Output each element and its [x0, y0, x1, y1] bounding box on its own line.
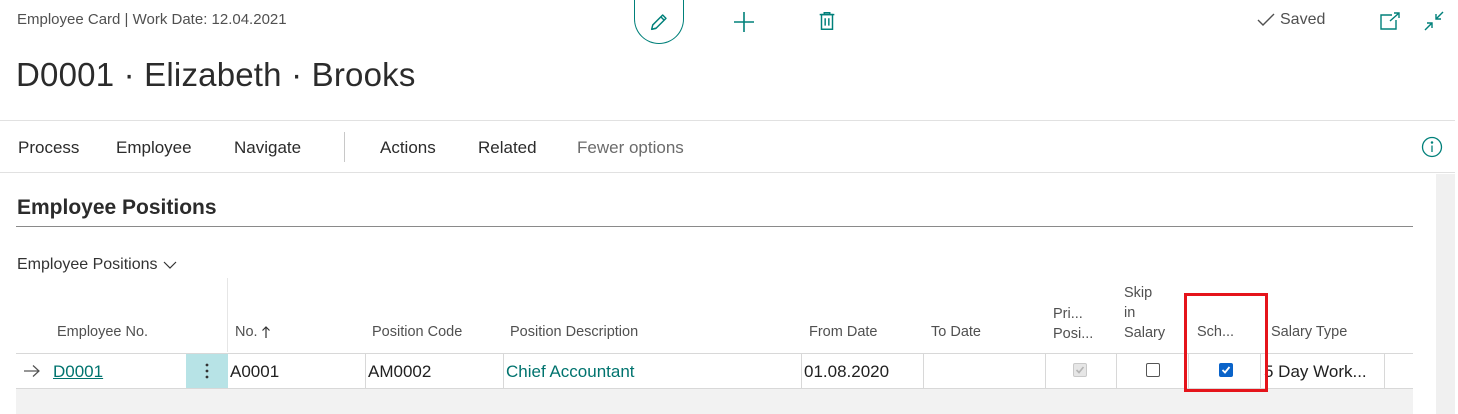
info-button[interactable] — [1421, 136, 1443, 163]
cell-separator — [1384, 354, 1385, 388]
col-from-date[interactable]: From Date — [809, 322, 878, 342]
breadcrumb: Employee Card | Work Date: 12.04.2021 — [17, 11, 287, 28]
new-button[interactable] — [730, 8, 758, 36]
col-position-code[interactable]: Position Code — [372, 322, 462, 342]
sort-ascending-icon — [261, 326, 270, 338]
cell-separator — [1045, 354, 1046, 388]
delete-button[interactable] — [814, 8, 840, 34]
cell-from-date[interactable]: 01.08.2020 — [804, 362, 889, 382]
saved-label: Saved — [1280, 11, 1326, 28]
checkmark-icon — [1257, 13, 1275, 26]
column-separator — [227, 278, 228, 352]
col-skip-in-salary-line2: in — [1124, 305, 1136, 321]
more-vertical-icon — [205, 363, 209, 379]
col-primary-position-line1: Pri... — [1053, 306, 1083, 322]
col-employee-no[interactable]: Employee No. — [57, 322, 148, 342]
cell-separator — [801, 354, 802, 388]
pencil-icon — [650, 13, 667, 30]
cell-no[interactable]: A0001 — [230, 362, 279, 382]
cell-separator — [923, 354, 924, 388]
section-title: Employee Positions — [17, 196, 217, 219]
saved-status: Saved — [1256, 11, 1325, 29]
skip-in-salary-checkbox[interactable] — [1146, 363, 1160, 377]
arrow-right-icon — [24, 365, 40, 377]
cell-separator — [365, 354, 366, 388]
menu-actions[interactable]: Actions — [380, 138, 436, 158]
col-no-label: No. — [235, 324, 258, 340]
col-salary-type[interactable]: Salary Type — [1271, 322, 1347, 342]
section-divider — [16, 226, 1413, 227]
menu-navigate[interactable]: Navigate — [234, 138, 301, 158]
subpage-title-label: Employee Positions — [17, 256, 158, 273]
check-icon — [1075, 366, 1085, 374]
collapse-icon — [1424, 11, 1444, 31]
cell-salary-type[interactable]: 5 Day Work... — [1264, 362, 1367, 382]
trash-icon — [819, 12, 835, 30]
empty-row-area — [16, 389, 1413, 414]
cell-separator — [1116, 354, 1117, 388]
cell-position-code[interactable]: AM0002 — [368, 362, 431, 382]
col-skip-in-salary-line1: Skip — [1124, 285, 1153, 301]
col-position-description[interactable]: Position Description — [510, 322, 638, 342]
col-no[interactable]: No. — [235, 322, 271, 342]
col-primary-position[interactable]: Pri... Posi... — [1053, 304, 1093, 344]
cell-separator — [503, 354, 504, 388]
col-skip-in-salary-line3: Salary — [1124, 325, 1166, 341]
collapse-button[interactable] — [1422, 9, 1446, 33]
highlight-box — [1184, 293, 1268, 392]
menu-fewer-options[interactable]: Fewer options — [577, 138, 684, 158]
info-icon — [1421, 136, 1443, 158]
menu-related[interactable]: Related — [478, 138, 537, 158]
menu-divider — [344, 132, 345, 162]
page-title: D0001 · Elizabeth · Brooks — [16, 56, 416, 93]
subpage-title[interactable]: Employee Positions — [17, 256, 178, 274]
col-primary-position-line2: Posi... — [1053, 326, 1094, 342]
open-in-new-window-icon — [1380, 12, 1400, 30]
col-to-date[interactable]: To Date — [931, 322, 981, 342]
plus-icon — [734, 12, 754, 32]
menu-process[interactable]: Process — [18, 138, 79, 158]
menu-employee[interactable]: Employee — [116, 138, 192, 158]
action-bar: Process Employee Navigate Actions Relate… — [0, 120, 1455, 173]
row-actions-button[interactable] — [186, 354, 228, 388]
open-in-new-window-button[interactable] — [1378, 9, 1402, 33]
col-skip-in-salary[interactable]: Skip in Salary — [1124, 283, 1165, 343]
chevron-down-icon — [163, 261, 176, 269]
cell-position-description[interactable]: Chief Accountant — [506, 362, 635, 382]
edit-button[interactable] — [634, 0, 684, 44]
primary-position-checkbox — [1073, 363, 1087, 377]
vertical-scrollbar[interactable] — [1436, 174, 1455, 414]
cell-employee-no[interactable]: D0001 — [53, 362, 103, 382]
